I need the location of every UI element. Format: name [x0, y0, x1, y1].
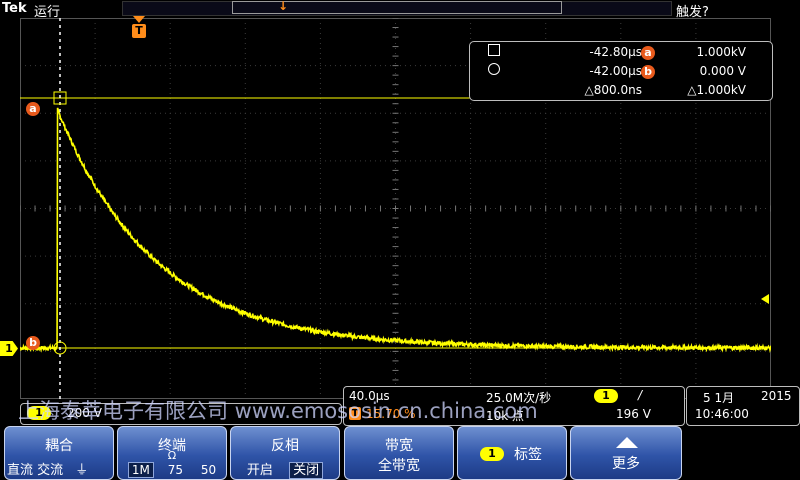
- channel-scale-readout[interactable]: 1 200 V: [20, 403, 342, 425]
- sample-rate: 25.0M次/秒: [486, 391, 552, 405]
- more-button[interactable]: 更多: [570, 426, 682, 480]
- ohm-icon: Ω: [167, 449, 177, 462]
- delta-value: △1.000kV: [687, 83, 746, 97]
- trigger-position-badge: T: [132, 24, 146, 38]
- ground-icon: ⏚: [75, 463, 89, 478]
- chevron-up-icon: [616, 437, 638, 448]
- square-icon: [488, 44, 500, 60]
- delta-time: △800.0ns: [584, 83, 642, 97]
- invert-title: 反相: [271, 438, 299, 454]
- trigger-position-icon: T: [349, 407, 361, 420]
- record-length: 10k 点: [486, 409, 525, 423]
- volts-per-div: 200 V: [67, 406, 102, 420]
- trigger-level-marker[interactable]: [761, 294, 769, 304]
- termination-options: 1M 75 50: [118, 462, 226, 478]
- coupling-title: 耦合: [45, 438, 73, 454]
- bandwidth-value: 全带宽: [378, 458, 420, 474]
- cursor-a-value: 1.000kV: [696, 45, 746, 59]
- year: 2015: [761, 389, 792, 403]
- invert-button[interactable]: 反相 开启 关闭: [230, 426, 340, 480]
- time: 10:46:00: [695, 407, 749, 421]
- coupling-button[interactable]: 耦合 直流 交流 ⏚: [4, 426, 114, 480]
- trigger-position: 15.70 %: [366, 407, 416, 421]
- termination-button[interactable]: 终端 Ω 1M 75 50: [117, 426, 227, 480]
- cursor-a-badge: a: [641, 44, 655, 60]
- cursor-a-marker[interactable]: a: [26, 97, 40, 116]
- trigger-position-marker[interactable]: [133, 16, 145, 24]
- cursor-a-time: -42.80µs: [589, 45, 642, 59]
- brand-logo: Tek: [2, 1, 27, 16]
- label-button[interactable]: 1 标签: [457, 426, 567, 480]
- channel-1-ground-marker[interactable]: 1: [0, 341, 18, 356]
- time-per-div: 40.0µs: [349, 389, 390, 403]
- rising-edge-icon: /: [638, 388, 643, 402]
- invert-options: 开启 关闭: [231, 459, 339, 479]
- trigger-level: 196 V: [616, 407, 651, 421]
- bandwidth-button[interactable]: 带宽 全带宽: [344, 426, 454, 480]
- cursor-b-marker[interactable]: b: [26, 331, 40, 350]
- date-time-readout[interactable]: 5 1月 2015 10:46:00: [686, 386, 800, 426]
- horizontal-readout[interactable]: 40.0µs 25.0M次/秒 1 / T 15.70 % 10k 点 196 …: [343, 386, 685, 426]
- label-channel-badge: 1: [480, 445, 504, 461]
- cursor-b-badge: b: [641, 63, 655, 79]
- label-title: 标签: [514, 447, 542, 463]
- more-label: 更多: [612, 456, 640, 472]
- cursor-b-value: 0.000 V: [699, 64, 746, 78]
- circle-icon: [488, 63, 500, 79]
- coupling-options: 直流 交流 ⏚: [7, 463, 89, 478]
- cursor-readout-panel: -42.80µs a 1.000kV -42.00µs b 0.000 V △8…: [469, 41, 773, 101]
- channel-1-badge: 1: [27, 406, 51, 420]
- date: 5 1月: [703, 391, 735, 405]
- bandwidth-title: 带宽: [385, 438, 413, 454]
- cursor-b-time: -42.00µs: [589, 64, 642, 78]
- record-trigger-icon: ↓: [277, 0, 289, 13]
- trigger-source-badge: 1: [594, 389, 618, 403]
- trigger-arrow-icon: [133, 16, 145, 23]
